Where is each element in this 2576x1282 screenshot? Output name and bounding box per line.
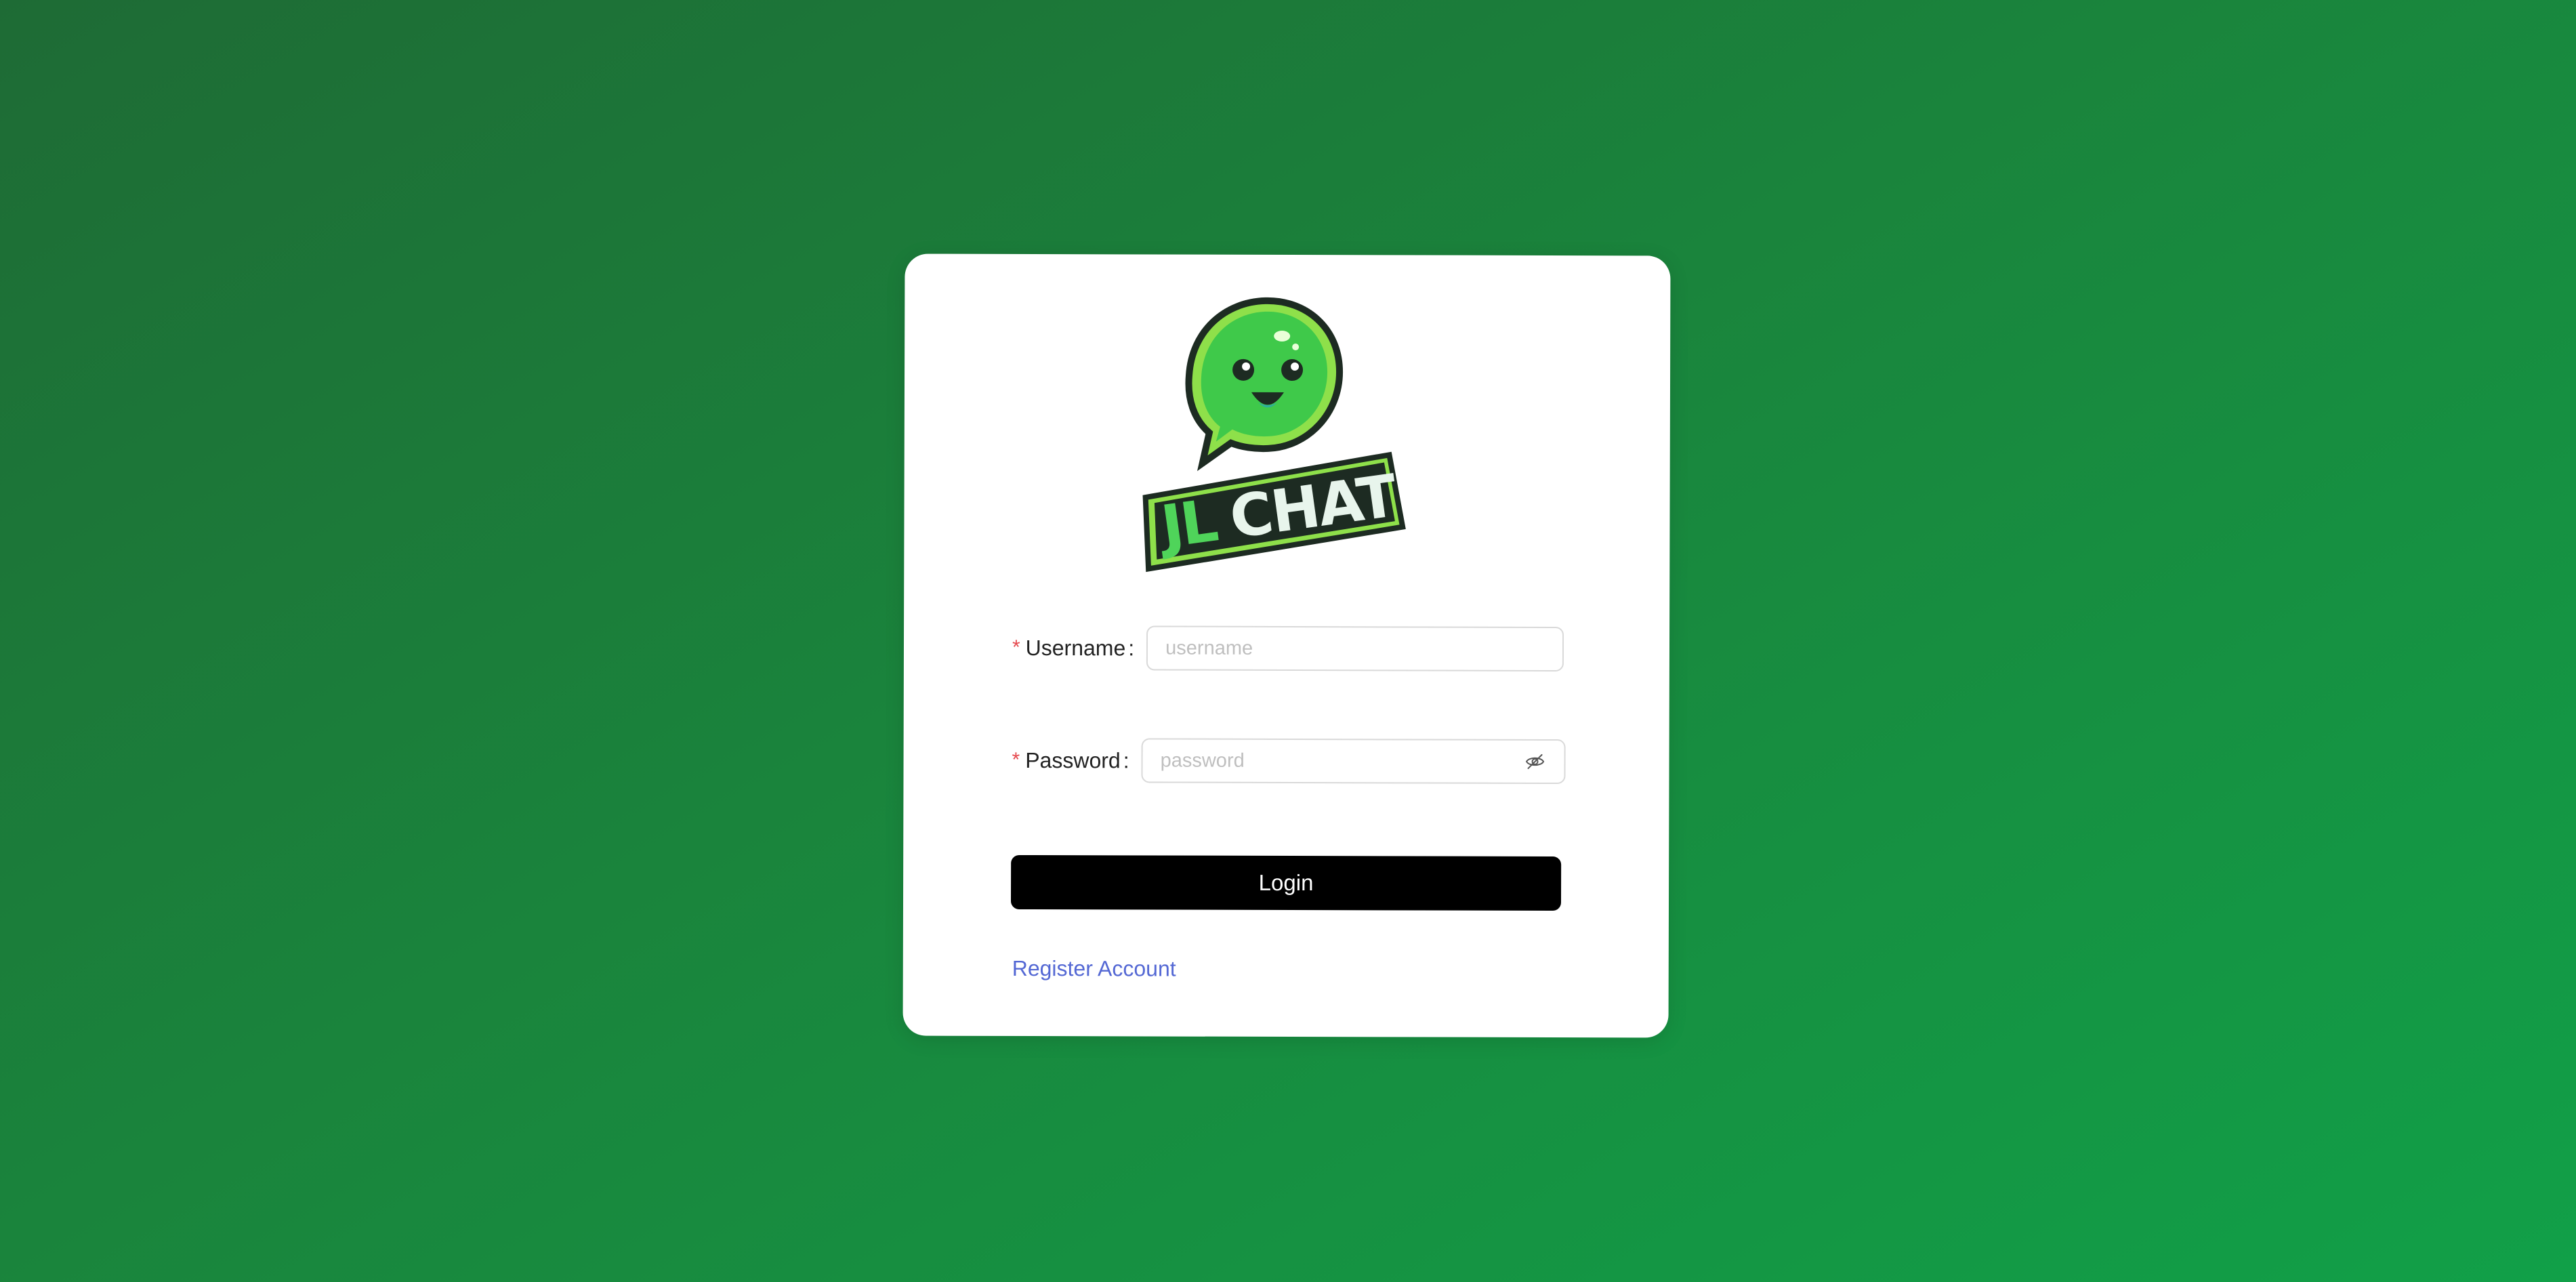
username-label-text: Username xyxy=(1025,635,1126,660)
password-label-text: Password xyxy=(1025,747,1121,772)
eye-slash-icon[interactable] xyxy=(1524,750,1547,773)
label-colon: : xyxy=(1128,635,1135,660)
password-input[interactable]: password xyxy=(1141,738,1566,785)
required-mark: * xyxy=(1012,636,1020,659)
register-account-link[interactable]: Register Account xyxy=(1012,956,1176,982)
required-mark: * xyxy=(1012,748,1020,771)
password-row: * Password : password xyxy=(1012,738,1566,785)
label-colon: : xyxy=(1123,747,1129,772)
username-label: * Username : xyxy=(1012,635,1146,661)
password-placeholder: password xyxy=(1160,749,1245,772)
password-label: * Password : xyxy=(1012,747,1142,773)
logo-image: JL CHAT xyxy=(1142,297,1406,573)
username-placeholder: username xyxy=(1165,637,1253,659)
login-card: JL CHAT * Username : username * Password… xyxy=(902,253,1671,1038)
login-button[interactable]: Login xyxy=(1010,854,1562,911)
svg-text:CHAT: CHAT xyxy=(1226,462,1401,552)
jlchat-logo: JL CHAT xyxy=(1129,293,1414,585)
username-input[interactable]: username xyxy=(1146,625,1564,672)
username-row: * Username : username xyxy=(1012,625,1564,672)
